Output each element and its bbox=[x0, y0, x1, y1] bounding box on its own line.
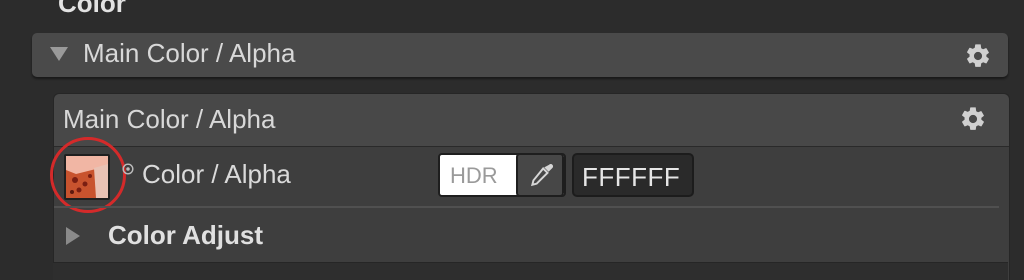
section-title-color: Color bbox=[58, 0, 126, 18]
gear-icon[interactable] bbox=[964, 42, 992, 70]
red-annotation-circle bbox=[50, 137, 126, 213]
eyedropper-icon bbox=[530, 164, 554, 187]
foldout-label: Main Color / Alpha bbox=[83, 38, 296, 68]
eyedropper-button[interactable] bbox=[516, 153, 564, 197]
panel-header: Main Color / Alpha bbox=[54, 94, 1009, 147]
color-alpha-label: Color / Alpha bbox=[142, 159, 291, 189]
panel-bottom-strip bbox=[53, 262, 1008, 280]
divider bbox=[54, 206, 999, 208]
expanded-arrow-icon[interactable] bbox=[50, 47, 68, 61]
hex-value: FFFFFF bbox=[582, 162, 681, 192]
color-adjust-label: Color Adjust bbox=[108, 220, 264, 250]
panel-header-label: Main Color / Alpha bbox=[63, 104, 276, 134]
settings-small-icon[interactable] bbox=[121, 162, 135, 176]
gear-icon[interactable] bbox=[959, 105, 987, 133]
color-adjust-foldout[interactable]: Color Adjust bbox=[54, 209, 1009, 265]
main-color-alpha-foldout[interactable]: Main Color / Alpha bbox=[32, 33, 1008, 77]
collapsed-arrow-icon[interactable] bbox=[66, 227, 80, 245]
hdr-label: HDR bbox=[450, 163, 498, 188]
main-color-alpha-panel: Main Color / Alpha Color / Alpha HDR FFF… bbox=[50, 93, 1010, 280]
hex-color-input[interactable]: FFFFFF bbox=[572, 153, 694, 197]
color-alpha-property-row: Color / Alpha HDR FFFFFF bbox=[50, 137, 1009, 213]
